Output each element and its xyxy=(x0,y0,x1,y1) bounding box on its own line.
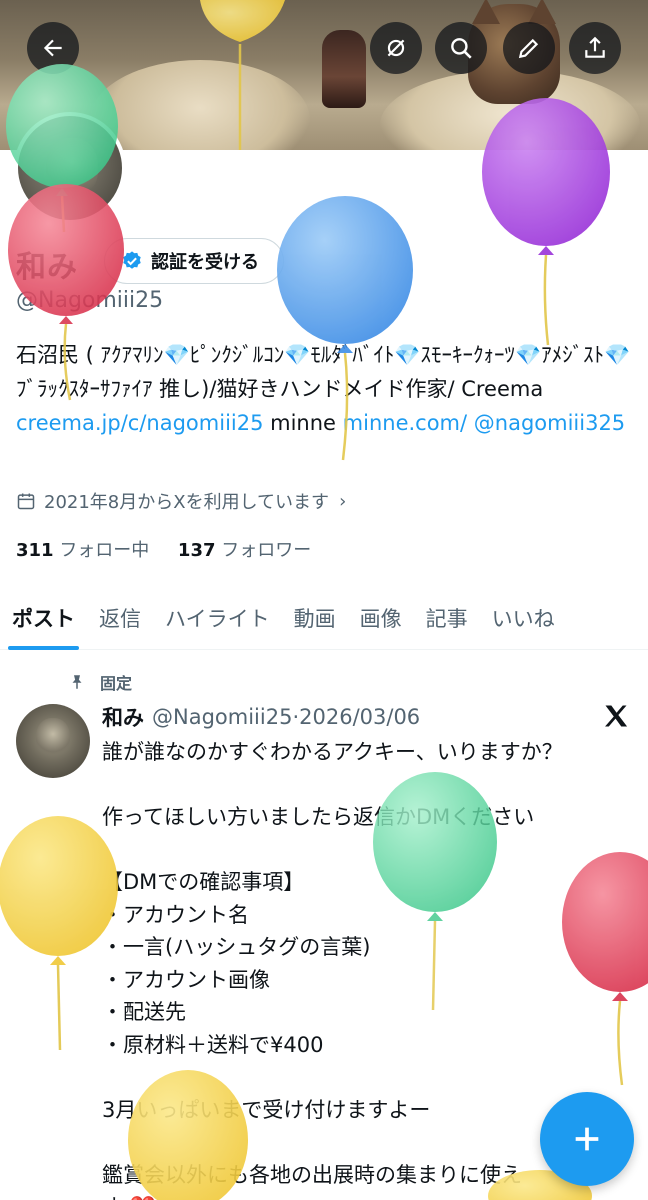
followers-count: 137 xyxy=(177,540,216,561)
bio-link-minne[interactable]: minne.com/ @nagomiii325 xyxy=(343,411,626,435)
share-icon xyxy=(585,36,605,58)
banner-bell-ornament xyxy=(322,30,366,108)
joined-date[interactable]: 2021年8月からXを利用しています › xyxy=(16,488,346,514)
plus-icon xyxy=(575,1127,599,1151)
post-header: 和み @Nagomiii25 · 2026/03/06 xyxy=(102,702,420,732)
profile-name: 和み xyxy=(16,250,78,285)
search-button[interactable] xyxy=(435,22,487,74)
profile-avatar[interactable] xyxy=(14,112,126,224)
tab-videos[interactable]: 動画 xyxy=(282,586,348,650)
pinned-label: 固定 xyxy=(100,674,133,693)
profile-tabs: ポスト 返信 ハイライト 動画 画像 記事 いいね xyxy=(0,586,648,650)
pin-icon xyxy=(72,675,82,689)
calendar-icon xyxy=(17,493,35,510)
chevron-right-icon: › xyxy=(339,490,347,512)
search-icon xyxy=(451,38,472,59)
x-logo-icon xyxy=(605,705,628,727)
follow-stats: 311 フォロー中 137 フォロワー xyxy=(16,536,311,562)
post-author-name[interactable]: 和み xyxy=(102,702,144,732)
get-verified-button[interactable]: 認証を受ける xyxy=(104,238,284,284)
tab-media[interactable]: 画像 xyxy=(348,586,414,650)
mute-notifications-button[interactable] xyxy=(370,22,422,74)
banner-decoration xyxy=(90,60,310,150)
followers-label: フォロワー xyxy=(221,540,312,561)
following-label: フォロー中 xyxy=(59,540,150,561)
no-notifications-icon xyxy=(387,39,405,57)
get-verified-label: 認証を受ける xyxy=(151,252,259,273)
tab-likes[interactable]: いいね xyxy=(480,586,567,650)
bio-text: 石沼民 ( ｱｸｱﾏﾘﾝ💎ﾋﾟﾝｸｼﾞﾙｺﾝ💎ﾓﾙﾀﾞﾊﾞｲﾄ💎ｽﾓｰｷｰｸｫｰ… xyxy=(16,343,631,401)
joined-date-label: 2021年8月からXを利用しています xyxy=(44,492,330,513)
bio-link-creema[interactable]: creema.jp/c/nagomiii25 xyxy=(16,411,263,435)
verified-badge-icon xyxy=(123,251,141,269)
bio-text-mid: minne xyxy=(263,411,343,435)
tab-replies[interactable]: 返信 xyxy=(87,586,153,650)
following-count: 311 xyxy=(16,540,54,561)
balloon-yellow xyxy=(0,816,118,1051)
tab-articles[interactable]: 記事 xyxy=(414,586,480,650)
profile-bio: 石沼民 ( ｱｸｱﾏﾘﾝ💎ﾋﾟﾝｸｼﾞﾙｺﾝ💎ﾓﾙﾀﾞﾊﾞｲﾄ💎ｽﾓｰｷｰｸｫｰ… xyxy=(16,338,638,440)
back-arrow-icon xyxy=(43,39,62,57)
following-link[interactable]: 311 フォロー中 xyxy=(16,540,149,561)
share-button[interactable] xyxy=(569,22,621,74)
edit-pencil-icon xyxy=(518,38,539,59)
tab-highlights[interactable]: ハイライト xyxy=(153,586,282,650)
post-date[interactable]: 2026/03/06 xyxy=(299,705,420,729)
edit-button[interactable] xyxy=(503,22,555,74)
compose-post-button[interactable] xyxy=(540,1092,634,1186)
followers-link[interactable]: 137 フォロワー xyxy=(178,540,311,561)
pinned-indicator: 固定 xyxy=(68,670,132,694)
tab-posts[interactable]: ポスト xyxy=(0,586,87,650)
post-separator: · xyxy=(292,705,300,729)
post-author-handle[interactable]: @Nagomiii25 xyxy=(152,705,292,729)
post-author-avatar[interactable] xyxy=(16,704,90,778)
profile-handle: @Nagomiii25 xyxy=(16,288,164,313)
back-button[interactable] xyxy=(27,22,79,74)
